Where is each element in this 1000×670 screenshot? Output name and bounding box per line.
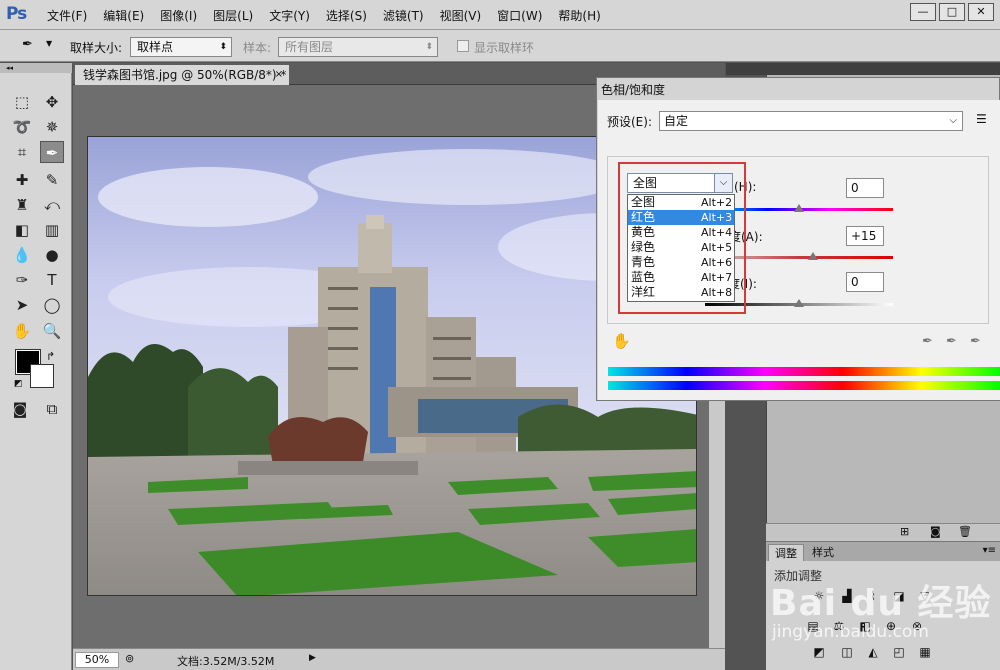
lightness-input[interactable]: 0 [846, 272, 884, 292]
lightness-slider-thumb[interactable] [794, 299, 804, 307]
pen-tool-icon[interactable]: ✑ [10, 269, 34, 291]
hand-tool-icon[interactable]: ✋ [10, 320, 34, 342]
gradient-tool-icon[interactable]: ▥ [40, 219, 64, 241]
chevron-down-icon: ⌵ [949, 115, 957, 126]
status-options-icon[interactable]: ⊚ [125, 652, 134, 665]
maximize-button[interactable]: □ [939, 3, 965, 21]
eraser-tool-icon[interactable]: ◧ [10, 219, 34, 241]
history-brush-tool-icon[interactable]: ⤺ [40, 194, 64, 216]
adjustments-tab-bar: 调整 样式 ▾≡ [766, 541, 1000, 562]
panel-dock-strip [726, 63, 1000, 75]
show-sampling-ring-checkbox[interactable] [457, 40, 469, 52]
sample-select[interactable]: 所有图层 ⬍ [278, 37, 438, 57]
menu-bar: Ps 文件(F) 编辑(E) 图像(I) 图层(L) 文字(Y) 选择(S) 滤… [0, 0, 1000, 30]
lasso-tool-icon[interactable]: ➰ [10, 116, 34, 138]
dodge-tool-icon[interactable]: ● [40, 244, 64, 266]
eyedropper-icon[interactable]: ✒ [922, 334, 933, 349]
path-selection-tool-icon[interactable]: ➤ [10, 294, 34, 316]
status-bar: 50% ⊚ 文档:3.52M/3.52M ▶ [73, 648, 725, 670]
background-color-swatch[interactable] [30, 364, 54, 388]
close-tab-icon[interactable]: × [275, 65, 283, 85]
options-bar: ✒ ▼ 取样大小: 取样点 ⬍ 样本: 所有图层 ⬍ 显示取样环 [0, 30, 1000, 62]
dialog-body: 预设(E): 自定 ⌵ ☰ (H): 0 度(A): +15 明度(I): 0 … [598, 100, 1000, 400]
magic-wand-tool-icon[interactable]: ✵ [40, 116, 64, 138]
new-layer-icon[interactable]: ⊞ [900, 525, 909, 538]
menu-help[interactable]: 帮助(H) [558, 7, 600, 24]
marquee-tool-icon[interactable]: ⬚ [10, 91, 34, 113]
panel-menu-icon[interactable]: ▾≡ [983, 545, 996, 556]
preset-options-icon[interactable]: ☰ [976, 112, 987, 126]
toolbox: ◂◂ ⬚ ✥ ➰ ✵ ⌗ ✒ ✚ ✎ ♜ ⤺ ◧ ▥ 💧 ● ✑ T ➤ ◯ ✋… [0, 63, 72, 670]
preset-select[interactable]: 自定 ⌵ [659, 111, 963, 131]
menu-view[interactable]: 视图(V) [440, 7, 482, 24]
crop-tool-icon[interactable]: ⌗ [10, 141, 34, 163]
menu-layer[interactable]: 图层(L) [213, 7, 253, 24]
eyedropper-plus-icon[interactable]: ✒ [946, 334, 957, 349]
document-tab-title: 钱学森图书馆.jpg @ 50%(RGB/8*) * [83, 68, 287, 82]
move-tool-icon[interactable]: ✥ [40, 91, 64, 113]
layers-panel-footer: ⊞ ◙ 🗑 [766, 523, 1000, 541]
menu-edit[interactable]: 编辑(E) [103, 7, 144, 24]
trash-icon[interactable]: 🗑 [958, 525, 972, 538]
healing-brush-tool-icon[interactable]: ✚ [10, 169, 34, 191]
blur-tool-icon[interactable]: 💧 [10, 244, 34, 266]
window-controls: — □ ✕ [907, 3, 994, 21]
sample-size-value: 取样点 [137, 40, 174, 54]
sample-size-select[interactable]: 取样点 ⬍ [130, 37, 232, 57]
preset-label: 预设(E): [607, 115, 652, 129]
screen-mode-icon[interactable]: ⧉ [40, 398, 64, 420]
toolbox-grip-icon[interactable]: ◂◂ [0, 63, 72, 73]
default-colors-icon[interactable]: ◩ [14, 379, 23, 389]
menu-filter[interactable]: 滤镜(T) [383, 7, 424, 24]
photoshop-logo: Ps [6, 4, 27, 24]
menu-select[interactable]: 选择(S) [326, 7, 367, 24]
quick-mask-icon[interactable]: ◙ [8, 398, 32, 420]
watermark-logo-text: Bai du 经验 [770, 583, 992, 624]
type-tool-icon[interactable]: T [40, 269, 64, 291]
minimize-button[interactable]: — [910, 3, 936, 21]
chevron-down-icon[interactable]: ▼ [46, 39, 52, 48]
input-color-bar [608, 367, 1000, 376]
baidu-jingyan-watermark: Bai du 经验 jingyan.baidu.com [770, 560, 996, 668]
output-color-bar [608, 381, 1000, 390]
show-sampling-ring-label: 显示取样环 [474, 41, 535, 55]
camera-icon[interactable]: ◙ [930, 525, 941, 538]
watermark-url: jingyan.baidu.com [772, 622, 929, 642]
ellipse-tool-icon[interactable]: ◯ [40, 294, 64, 316]
eyedropper-minus-icon[interactable]: ✒ [970, 334, 981, 349]
dialog-title: 色相/饱和度 [601, 83, 666, 97]
zoom-level-field[interactable]: 50% [75, 652, 119, 668]
play-arrow-icon[interactable]: ▶ [309, 653, 316, 663]
swap-colors-icon[interactable]: ↱ [46, 350, 55, 363]
brush-tool-icon[interactable]: ✎ [40, 169, 64, 191]
highlight-annotation-box [618, 162, 746, 314]
preset-value: 自定 [664, 114, 689, 128]
menu-image[interactable]: 图像(I) [160, 7, 197, 24]
hue-slider-thumb[interactable] [794, 204, 804, 212]
hue-saturation-dialog: 色相/饱和度 预设(E): 自定 ⌵ ☰ (H): 0 度(A): +15 明度… [596, 77, 1000, 401]
saturation-slider-thumb[interactable] [808, 252, 819, 260]
sample-value: 所有图层 [285, 40, 334, 54]
close-button[interactable]: ✕ [968, 3, 994, 21]
hue-input[interactable]: 0 [846, 178, 884, 198]
menu-type[interactable]: 文字(Y) [269, 7, 310, 24]
eyedropper-tool-preset-icon[interactable]: ✒ [22, 37, 44, 55]
menu-file[interactable]: 文件(F) [47, 7, 87, 24]
menu-window[interactable]: 窗口(W) [497, 7, 542, 24]
updown-arrow-icon: ⬍ [425, 42, 433, 52]
document-size-info: 文档:3.52M/3.52M [177, 655, 275, 668]
clone-stamp-tool-icon[interactable]: ♜ [10, 194, 34, 216]
main-menu: 文件(F) 编辑(E) 图像(I) 图层(L) 文字(Y) 选择(S) 滤镜(T… [47, 0, 617, 30]
saturation-input[interactable]: +15 [846, 226, 884, 246]
document-tab[interactable]: 钱学森图书馆.jpg @ 50%(RGB/8*) * × [75, 65, 289, 85]
eyedropper-tool-icon[interactable]: ✒ [40, 141, 64, 163]
updown-arrow-icon: ⬍ [219, 42, 227, 52]
zoom-tool-icon[interactable]: 🔍 [40, 320, 64, 342]
targeted-adjustment-hand-icon[interactable]: ✋ [612, 332, 631, 350]
sample-label: 样本: [243, 41, 272, 55]
sample-size-label: 取样大小: [70, 41, 123, 55]
